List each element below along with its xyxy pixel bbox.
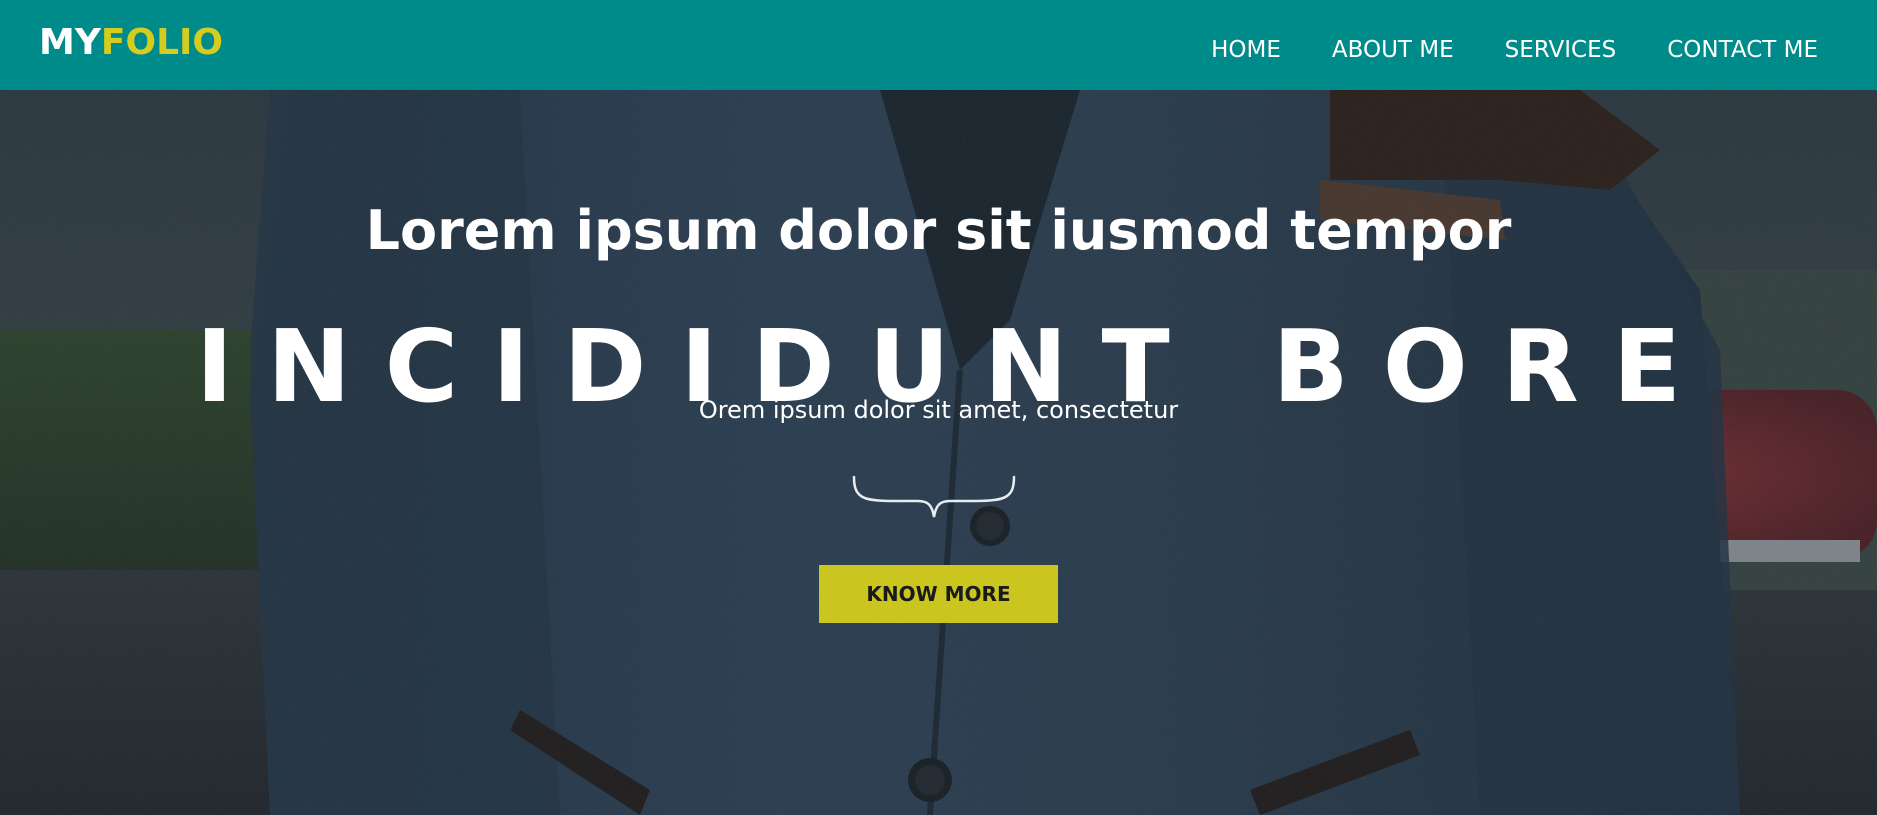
landing-page: MYFOLIO HOME ABOUT ME SERVICES CONTACT M… [0,0,1877,815]
nav-services[interactable]: SERVICES [1505,30,1617,70]
nav-about-me[interactable]: ABOUT ME [1332,30,1454,70]
site-header: MYFOLIO HOME ABOUT ME SERVICES CONTACT M… [0,0,1877,90]
hero-subtitle: Orem ipsum dolor sit amet, consectetur [698,396,1179,424]
logo-text-accent: FOLIO [100,22,224,63]
logo-text-primary: MY [39,22,101,63]
nav-home[interactable]: HOME [1211,30,1281,70]
know-more-button[interactable]: KNOW MORE [819,565,1058,623]
site-logo[interactable]: MYFOLIO [39,21,223,65]
hero-section: Lorem ipsum dolor sit iusmod tempor INCI… [0,90,1877,815]
curly-brace-icon [852,475,1016,518]
main-nav: HOME ABOUT ME SERVICES CONTACT ME [1160,30,1818,70]
hero-headline: Lorem ipsum dolor sit iusmod tempor [365,198,1512,262]
nav-contact-me[interactable]: CONTACT ME [1667,30,1818,70]
